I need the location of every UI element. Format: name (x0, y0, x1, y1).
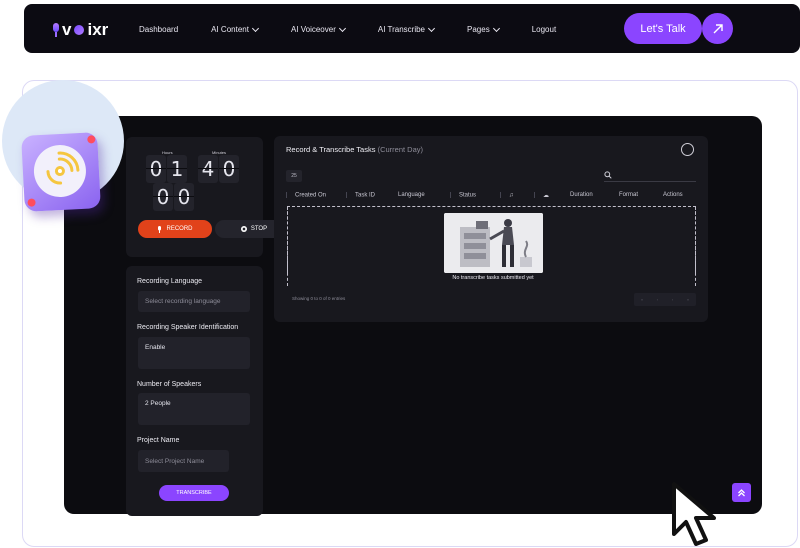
nav-item-ai-voiceover[interactable]: AI Voiceover (291, 24, 346, 34)
logo-dot (74, 25, 85, 35)
seconds-digit-2: 0 (174, 183, 194, 211)
chevron-down-icon (338, 24, 346, 32)
main-menu: Dashboard AI Content AI Voiceover AI Transc… (139, 24, 589, 34)
vinyl-record-icon (21, 132, 101, 212)
entries-info: Showing 0 to 0 of 0 entries (292, 296, 346, 301)
seconds-digit-1: 0 (153, 183, 173, 211)
nav-item-ai-transcribe[interactable]: AI Transcribe (378, 24, 436, 34)
search-icon (604, 171, 612, 179)
pagination[interactable]: « ‹ › » (634, 293, 696, 306)
language-select[interactable]: Select recording language (138, 291, 250, 312)
stop-icon (240, 226, 247, 232)
nav-item-logout[interactable]: Logout (532, 25, 556, 34)
tasks-title: Record & Transcribe Tasks (Current Day) (286, 145, 424, 154)
hours-digit-2: 1 (167, 155, 187, 183)
col-status[interactable]: Status (450, 192, 476, 199)
refresh-circle-button[interactable] (681, 143, 694, 156)
cloud-download-icon: ☁ (543, 193, 549, 199)
nav-item-ai-content[interactable]: AI Content (211, 24, 259, 34)
arrow-up-right-button[interactable] (702, 13, 733, 44)
pager-prev-icon[interactable]: ‹ (657, 297, 658, 302)
project-label: Project Name (137, 437, 180, 444)
minutes-digit-1: 4 (198, 155, 218, 183)
speaker-id-label: Recording Speaker Identification (137, 324, 239, 331)
music-note-icon: ♫ (509, 192, 514, 199)
col-download[interactable]: ☁ (534, 192, 549, 199)
speakers-select[interactable]: 2 People (138, 393, 250, 425)
mouse-pointer-icon (672, 482, 716, 546)
col-format[interactable]: Format (619, 192, 638, 198)
search-input[interactable] (604, 169, 696, 182)
arrow-up-right-icon (713, 23, 723, 33)
transcribe-button[interactable]: TRANSCRIBE (159, 485, 229, 501)
chevron-down-icon (251, 24, 259, 32)
chevron-down-icon (427, 24, 436, 32)
col-audio[interactable]: ♫ (500, 192, 514, 199)
empty-state-illustration (444, 213, 543, 273)
project-input[interactable]: Select Project Name (138, 450, 229, 472)
nav-item-pages[interactable]: Pages (467, 24, 500, 34)
col-task-id[interactable]: Task ID (346, 192, 375, 199)
minutes-digit-2: 0 (219, 155, 239, 183)
pager-first-icon[interactable]: « (641, 297, 643, 302)
brand-logo[interactable]: v ixr (52, 20, 108, 40)
col-language[interactable]: Language (398, 192, 425, 198)
record-disc (32, 143, 88, 199)
sound-waves-icon (46, 151, 80, 185)
navbar: v ixr Dashboard AI Content AI Voiceover AI T… (24, 4, 800, 53)
table-header: Created On Task ID Language Status ♫ ☁ D… (286, 192, 696, 204)
speakers-label: Number of Speakers (137, 381, 202, 388)
chevron-down-icon (492, 24, 500, 32)
speaker-id-select[interactable]: Enable (138, 337, 250, 369)
red-dot-icon (87, 135, 96, 144)
pager-next-icon[interactable]: › (672, 297, 673, 302)
col-actions[interactable]: Actions (663, 192, 683, 198)
red-dot-icon (27, 198, 36, 207)
pager-last-icon[interactable]: » (687, 297, 689, 302)
page-size-select[interactable]: 25 (286, 170, 302, 182)
double-chevron-up-icon (738, 489, 745, 497)
scroll-to-top-button[interactable] (732, 483, 751, 502)
lets-talk-button[interactable]: Let's Talk (624, 13, 702, 44)
record-button[interactable]: RECORD (138, 220, 212, 238)
col-created-on[interactable]: Created On (286, 192, 326, 199)
empty-state-text: No transcribe tasks submitted yet (452, 275, 534, 281)
col-duration[interactable]: Duration (570, 192, 593, 198)
microphone-icon (158, 225, 162, 233)
microphone-icon (52, 23, 60, 37)
language-label: Recording Language (137, 278, 202, 285)
nav-item-dashboard[interactable]: Dashboard (139, 25, 178, 34)
hours-digit-1: 0 (146, 155, 166, 183)
